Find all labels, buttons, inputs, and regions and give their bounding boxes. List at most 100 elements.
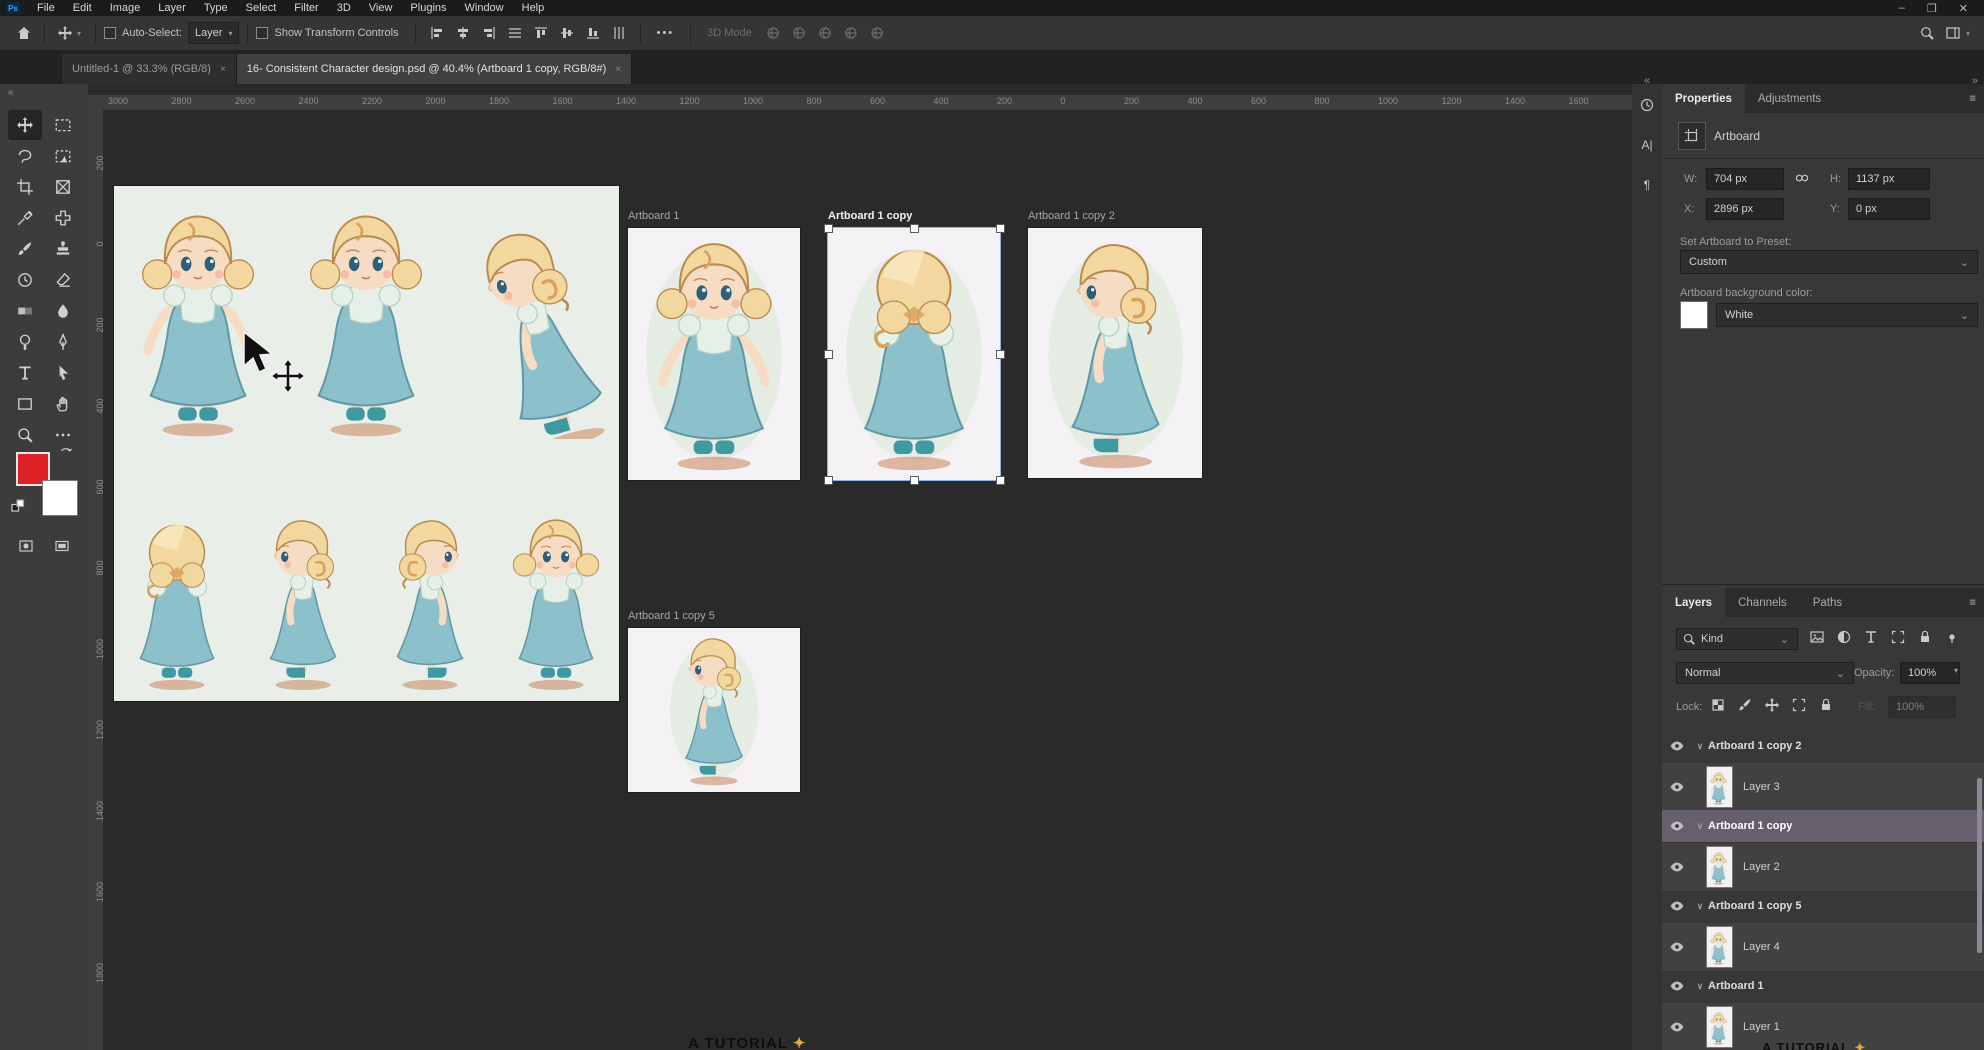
marquee-tool[interactable] (46, 110, 80, 140)
y-field[interactable]: 0 px (1848, 198, 1930, 220)
artboard-label[interactable]: Artboard 1 copy 2 (1028, 210, 1115, 222)
align-left-icon[interactable] (424, 21, 450, 45)
menu-3d[interactable]: 3D (328, 0, 360, 16)
zoom-tool[interactable] (8, 420, 42, 450)
layer-name[interactable]: Artboard 1 copy 5 (1708, 900, 1802, 912)
type-tool[interactable] (8, 358, 42, 388)
swap-colors-icon[interactable] (58, 444, 74, 460)
hand-tool[interactable] (46, 389, 80, 419)
home-icon[interactable] (12, 21, 36, 45)
layer-thumbnail[interactable] (1706, 926, 1733, 968)
panel-menu-icon[interactable]: ≡ (1969, 597, 1976, 609)
distribute-h-icon[interactable] (502, 21, 528, 45)
layer-name[interactable]: Layer 2 (1743, 861, 1780, 873)
transform-handle[interactable] (996, 350, 1005, 359)
expand-chevron-icon[interactable]: ∨ (1692, 901, 1708, 912)
layers-scrollbar[interactable] (1977, 778, 1982, 953)
history-panel-icon[interactable] (1636, 94, 1658, 116)
horizontal-ruler[interactable]: 3000280026002400220020001800160014001200… (104, 95, 1632, 111)
auto-select-checkbox[interactable] (104, 27, 116, 39)
link-dimensions-icon[interactable] (1792, 168, 1812, 188)
artboard-label[interactable]: Artboard 1 copy 5 (628, 610, 715, 622)
ruler-origin-box[interactable] (88, 95, 105, 111)
layer-group-artboard-1-copy-2[interactable]: ∨Artboard 1 copy 2 (1662, 730, 1984, 762)
tab-properties[interactable]: Properties (1662, 84, 1745, 113)
layer-name[interactable]: Artboard 1 copy 2 (1708, 740, 1802, 752)
gradient-tool[interactable] (8, 296, 42, 326)
align-right-icon[interactable] (476, 21, 502, 45)
eyedropper-tool[interactable] (8, 203, 42, 233)
artboard-bg-dropdown[interactable]: White⌄ (1716, 303, 1978, 327)
stamp-tool[interactable] (46, 234, 80, 264)
pen-tool[interactable] (46, 327, 80, 357)
lock-all-icon[interactable] (1818, 696, 1834, 714)
expand-chevron-icon[interactable]: ∨ (1692, 821, 1708, 832)
restore-icon[interactable]: ❐ (1927, 2, 1937, 15)
artboard-artboard-1[interactable] (628, 228, 800, 480)
image-filter-icon[interactable] (1808, 627, 1826, 647)
history-brush-tool[interactable] (8, 265, 42, 295)
tab-close-icon[interactable]: × (220, 64, 226, 75)
transform-handle[interactable] (824, 224, 833, 233)
smart-filter-icon[interactable] (1916, 627, 1934, 647)
search-icon[interactable] (1914, 21, 1940, 45)
menu-filter[interactable]: Filter (285, 0, 327, 16)
layer-thumbnail[interactable] (1706, 1006, 1733, 1048)
lock-move-icon[interactable] (1764, 696, 1780, 714)
quick-mask-icon[interactable] (14, 534, 38, 558)
lock-transparent-icon[interactable] (1710, 696, 1726, 714)
visibility-eye-icon[interactable] (1662, 818, 1692, 834)
menu-view[interactable]: View (360, 0, 402, 16)
visibility-eye-icon[interactable] (1662, 1019, 1692, 1035)
close-icon[interactable]: ✕ (1959, 2, 1968, 15)
menu-edit[interactable]: Edit (64, 0, 101, 16)
layer-name[interactable]: Artboard 1 copy (1708, 820, 1792, 832)
menu-file[interactable]: File (28, 0, 64, 16)
workspace-icon[interactable] (1940, 21, 1966, 45)
layer-thumbnail[interactable] (1706, 846, 1733, 888)
tab-layers[interactable]: Layers (1662, 588, 1725, 617)
move-tool[interactable] (8, 110, 42, 140)
visibility-eye-icon[interactable] (1662, 939, 1692, 955)
blend-mode-dropdown[interactable]: Normal⌄ (1676, 662, 1854, 684)
show-transform-checkbox[interactable] (256, 27, 268, 39)
layer-thumbnail[interactable] (1706, 766, 1733, 808)
layer-group-artboard-1-copy[interactable]: ∨Artboard 1 copy (1662, 810, 1984, 842)
transform-handle[interactable] (996, 224, 1005, 233)
menu-window[interactable]: Window (456, 0, 513, 16)
x-field[interactable]: 2896 px (1706, 198, 1784, 220)
expand-chevron-icon[interactable]: ∨ (1692, 741, 1708, 752)
visibility-eye-icon[interactable] (1662, 898, 1692, 914)
chevron-down-icon[interactable]: ▾ (1954, 666, 1958, 675)
artboard-label[interactable]: Artboard 1 copy (828, 210, 912, 222)
menu-plugins[interactable]: Plugins (401, 0, 455, 16)
layer-name[interactable]: Layer 1 (1743, 1021, 1780, 1033)
visibility-eye-icon[interactable] (1662, 779, 1692, 795)
opacity-field[interactable]: 100% (1900, 662, 1960, 684)
background-color-swatch[interactable] (42, 480, 78, 516)
frame-tool[interactable] (46, 172, 80, 202)
layer-group-artboard-1[interactable]: ∨Artboard 1 (1662, 970, 1984, 1002)
document-tab-1[interactable]: Untitled-1 @ 33.3% (RGB/8)× (62, 54, 237, 84)
panel-menu-icon[interactable]: ≡ (1969, 93, 1976, 105)
width-field[interactable]: 704 px (1706, 168, 1784, 190)
transform-handle[interactable] (910, 476, 919, 485)
blur-tool[interactable] (46, 296, 80, 326)
align-center-v-icon[interactable] (554, 21, 580, 45)
artboard-artboard-1-copy-2[interactable] (1028, 228, 1202, 478)
chevron-down-icon[interactable]: ▾ (77, 29, 81, 38)
menu-select[interactable]: Select (237, 0, 286, 16)
layer-filter-kind-dropdown[interactable]: Kind⌄ (1676, 628, 1798, 650)
transform-handle[interactable] (996, 476, 1005, 485)
paragraph-panel-icon[interactable]: ¶ (1636, 174, 1658, 196)
collapse-panel-icon[interactable]: « (8, 87, 14, 98)
collapse-dock-icon[interactable]: « (1644, 66, 1650, 96)
auto-select-dropdown[interactable]: Layer ▾ (188, 22, 240, 44)
type-filter-icon[interactable] (1862, 627, 1880, 647)
tab-close-icon[interactable]: × (615, 64, 621, 75)
transform-handle[interactable] (824, 476, 833, 485)
ps-logo-icon[interactable]: Ps (6, 2, 20, 14)
preset-dropdown[interactable]: Custom⌄ (1680, 250, 1978, 274)
visibility-eye-icon[interactable] (1662, 859, 1692, 875)
layer-row-layer-2[interactable]: Layer 2 (1662, 842, 1984, 892)
